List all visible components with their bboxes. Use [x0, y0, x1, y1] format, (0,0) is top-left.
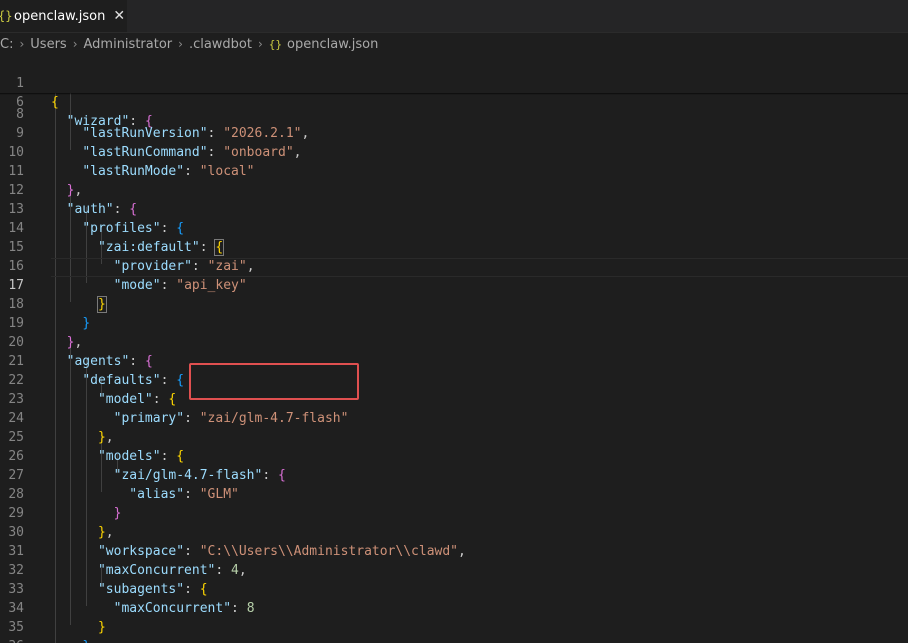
breadcrumb-item-clawdbot[interactable]: .clawdbot: [189, 37, 252, 52]
breadcrumb: C: › Users › Administrator › .clawdbot ›…: [0, 33, 908, 55]
code-line-active: 17 }: [0, 257, 908, 313]
code-line: 23 "primary": "zai/glm-4.7-flash": [0, 371, 908, 426]
code-line: 34 }: [0, 580, 908, 635]
code-line: 16 "mode": "api_key": [0, 238, 908, 293]
line-number: 36: [0, 637, 24, 643]
code-line: 35 }: [0, 599, 908, 643]
sticky-scroll-shadow: [0, 93, 908, 95]
breadcrumb-item-users[interactable]: Users: [30, 37, 66, 52]
tab-title: openclaw.json: [14, 8, 106, 24]
json-icon: {}: [268, 37, 283, 51]
code-line: 15 "provider": "zai",: [0, 219, 908, 274]
code-line: 19 },: [0, 295, 908, 350]
code-line: 33 "maxConcurrent": 8: [0, 561, 908, 616]
code-line: 13 "profiles": {: [0, 181, 908, 236]
breadcrumb-item-administrator[interactable]: Administrator: [84, 37, 173, 52]
code-line: 14 "zai:default": {: [0, 200, 908, 256]
code-line: 9 "lastRunCommand": "onboard",: [0, 105, 908, 160]
code-editor[interactable]: 1 { 6 "wizard": { 8 "lastRunVersion": "2…: [0, 55, 908, 643]
code-line: 21 "defaults": {: [0, 333, 908, 388]
code-line: 18 }: [0, 276, 908, 331]
breadcrumb-item-file[interactable]: openclaw.json: [287, 37, 378, 52]
code-line: 20 "agents": {: [0, 314, 908, 369]
chevron-right-icon: ›: [257, 37, 263, 51]
code-line: 8 "lastRunVersion": "2026.2.1",: [0, 86, 908, 141]
chevron-right-icon: ›: [19, 37, 25, 51]
breadcrumb-item-drive[interactable]: C:: [0, 37, 13, 52]
code-line: 1 {: [0, 55, 908, 110]
tab-bar: {} openclaw.json ✕: [0, 0, 908, 33]
json-icon: {}: [0, 9, 13, 23]
code-line: 11 },: [0, 143, 908, 198]
code-line: 26 "zai/glm-4.7-flash": {: [0, 428, 908, 483]
code-line: 36 },: [0, 618, 908, 643]
chevron-right-icon: ›: [72, 37, 78, 51]
code-line: 25 "models": {: [0, 409, 908, 464]
code-line: 22 "model": {: [0, 352, 908, 407]
code-line: 10 "lastRunMode": "local": [0, 124, 908, 179]
code-line: 30 "workspace": "C:\\Users\\Administrato…: [0, 504, 908, 559]
code-line: 29 },: [0, 485, 908, 540]
code-line: 24 },: [0, 390, 908, 445]
code-line: 27 "alias": "GLM": [0, 447, 908, 502]
close-icon[interactable]: ✕: [113, 8, 125, 24]
annotation-highlight-box: [189, 363, 359, 400]
code-line: 12 "auth": {: [0, 162, 908, 217]
code-line: 32 "subagents": {: [0, 542, 908, 597]
code-line: 28 }: [0, 466, 908, 521]
chevron-right-icon: ›: [178, 37, 183, 51]
tab-openclaw-json[interactable]: {} openclaw.json ✕: [0, 0, 127, 32]
code-line: 31 "maxConcurrent": 4,: [0, 523, 908, 578]
